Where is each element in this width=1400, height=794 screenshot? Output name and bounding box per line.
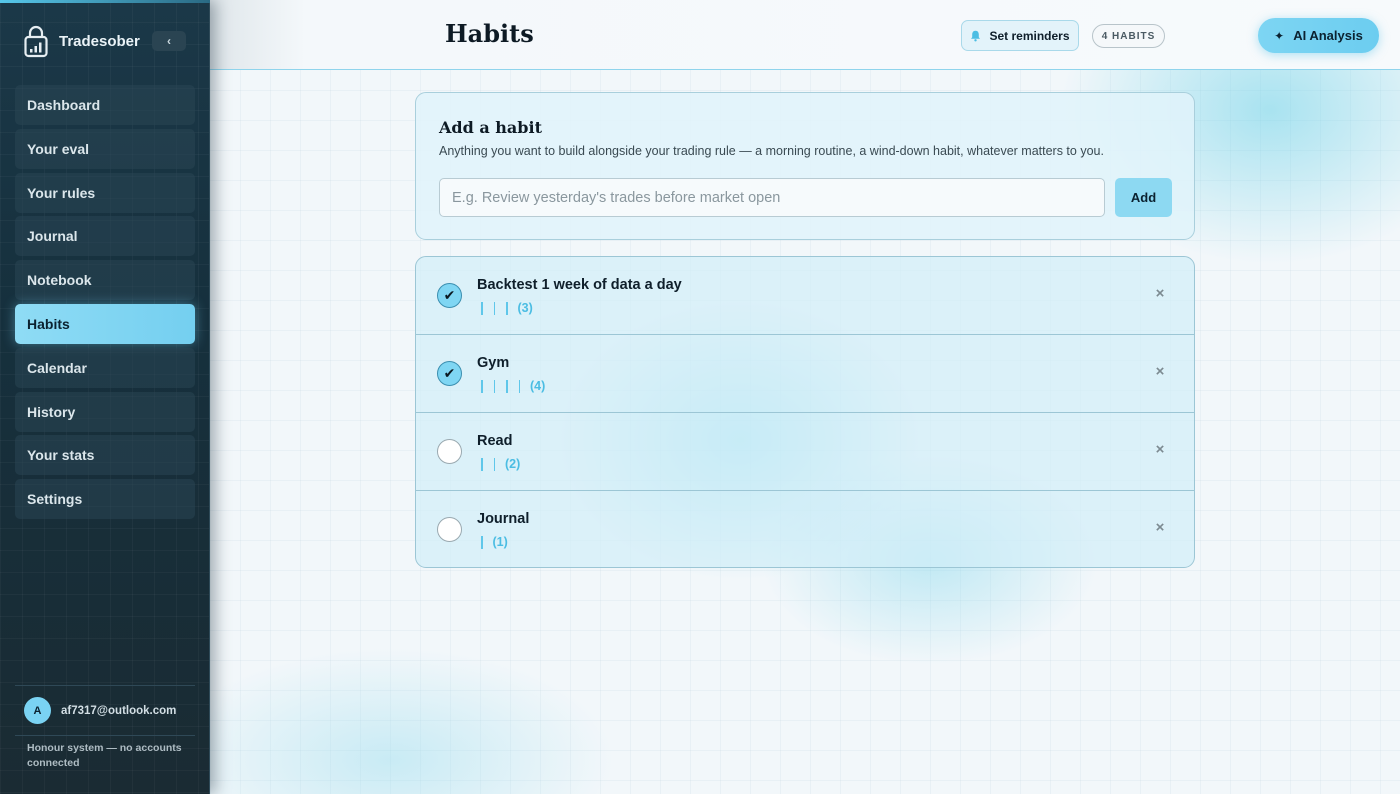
tally-mark: [481, 535, 483, 549]
habit-checkbox-checked[interactable]: ✔: [437, 361, 462, 386]
tally-mark: [493, 301, 495, 315]
brand[interactable]: Tradesober: [24, 24, 140, 58]
habit-checkbox[interactable]: [437, 517, 462, 542]
tally-mark: [481, 301, 483, 315]
habit-tally: (1): [481, 534, 508, 550]
sparkle-icon: ✦: [1274, 28, 1285, 43]
sidebar-item-your-stats[interactable]: Your stats: [15, 435, 195, 476]
delete-habit-icon[interactable]: ×: [1153, 442, 1167, 458]
collapse-sidebar-button[interactable]: ‹: [152, 31, 186, 51]
set-reminders-button[interactable]: Set reminders: [961, 20, 1079, 51]
habit-tally: (2): [481, 456, 520, 472]
sidebar-item-calendar[interactable]: Calendar: [15, 347, 195, 388]
tally-mark: [506, 379, 508, 393]
habit-name: Backtest 1 week of data a day: [477, 277, 682, 293]
checkmark-icon: ✔: [443, 365, 456, 381]
habit-row: ✔ Backtest 1 week of data a day (3) ×: [416, 257, 1194, 335]
sidebar-item-dashboard[interactable]: Dashboard: [15, 85, 195, 125]
sidebar: Tradesober ‹ Dashboard Your eval Your rule…: [0, 0, 210, 794]
add-habit-card: Add a habit Anything you want to build a…: [415, 92, 1195, 240]
sidebar-divider: [15, 735, 195, 736]
ai-analysis-label: AI Analysis: [1293, 28, 1363, 43]
tally-count: (4): [530, 379, 546, 393]
lock-chart-icon: [24, 25, 48, 58]
top-bar: Habits Set reminders 4 HABITS ✦ AI Analy…: [210, 0, 1400, 70]
habit-tally: (4): [481, 378, 545, 394]
add-habit-description: Anything you want to build alongside you…: [439, 144, 1104, 158]
sidebar-item-notebook[interactable]: Notebook: [15, 260, 195, 301]
user-profile[interactable]: A af7317@outlook.com: [24, 697, 176, 724]
tally-count: (3): [517, 301, 533, 315]
delete-habit-icon[interactable]: ×: [1153, 520, 1167, 536]
sidebar-item-habits[interactable]: Habits: [15, 303, 195, 344]
sidebar-item-history[interactable]: History: [15, 391, 195, 432]
sidebar-item-your-rules[interactable]: Your rules: [15, 172, 195, 213]
checkmark-icon: ✔: [443, 287, 456, 303]
habit-name-input[interactable]: [439, 178, 1105, 217]
tally-mark: [481, 379, 483, 393]
sidebar-nav: Dashboard Your eval Your rules Journal Noteb…: [15, 85, 195, 523]
habit-checkbox-checked[interactable]: ✔: [437, 283, 462, 308]
add-habit-button[interactable]: Add: [1115, 178, 1172, 217]
tally-mark: [518, 379, 520, 393]
delete-habit-icon[interactable]: ×: [1153, 364, 1167, 380]
honour-system-note: Honour system — no accounts connected: [27, 742, 182, 769]
brand-name: Tradesober: [59, 32, 140, 50]
habit-tally: (3): [481, 300, 533, 316]
habit-count-badge: 4 HABITS: [1092, 24, 1165, 48]
tally-mark: [493, 379, 495, 393]
habit-list: ✔ Backtest 1 week of data a day (3) × ✔ Gym (4…: [415, 256, 1195, 568]
tally-count: (2): [505, 457, 521, 471]
tally-count: (1): [492, 535, 508, 549]
habit-name: Journal: [477, 511, 530, 527]
habit-row: ✔ Gym (4) ×: [416, 335, 1194, 413]
sidebar-item-settings[interactable]: Settings: [15, 479, 195, 520]
user-email: af7317@outlook.com: [61, 704, 177, 717]
set-reminders-label: Set reminders: [989, 28, 1070, 43]
tally-mark: [481, 457, 483, 471]
habit-row: Journal (1) ×: [416, 491, 1194, 567]
delete-habit-icon[interactable]: ×: [1153, 286, 1167, 302]
habit-row: Read (2) ×: [416, 413, 1194, 491]
tally-mark: [493, 457, 495, 471]
bell-icon: [971, 30, 981, 41]
page-title: Habits: [445, 19, 534, 48]
add-habit-title: Add a habit: [439, 118, 542, 137]
habit-name: Gym: [477, 355, 510, 371]
habit-checkbox[interactable]: [437, 439, 462, 464]
ai-analysis-button[interactable]: ✦ AI Analysis: [1258, 18, 1379, 53]
avatar: A: [24, 697, 51, 724]
tally-mark: [506, 301, 508, 315]
sidebar-item-journal[interactable]: Journal: [15, 216, 195, 257]
sidebar-item-your-eval[interactable]: Your eval: [15, 128, 195, 169]
habit-name: Read: [477, 433, 513, 449]
sidebar-divider: [15, 685, 195, 686]
